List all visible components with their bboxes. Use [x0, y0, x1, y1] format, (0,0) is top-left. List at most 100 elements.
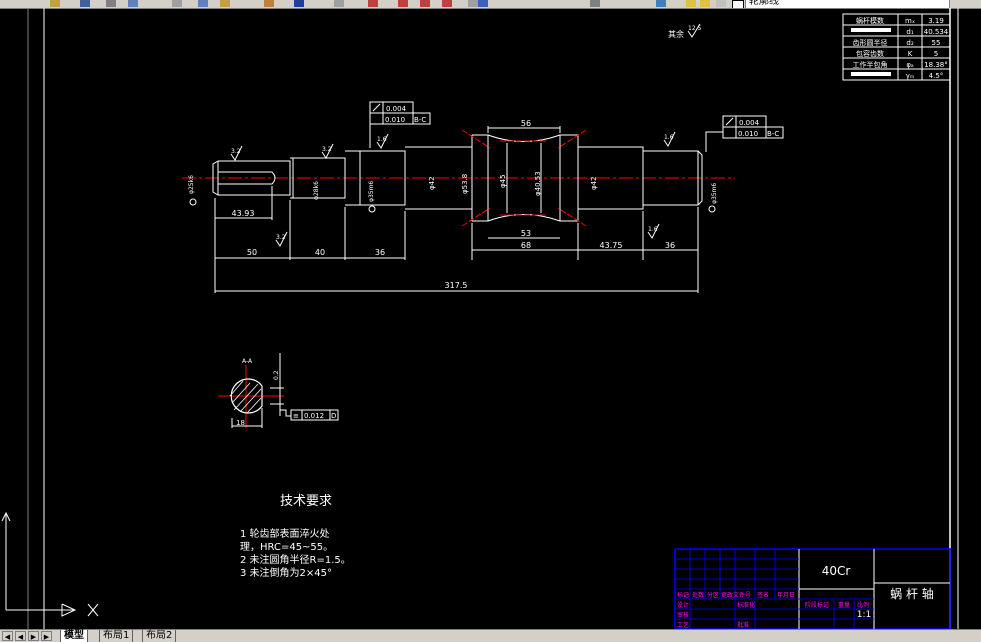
dim-50: 50 [247, 248, 257, 257]
drawing-canvas[interactable]: 蜗杆模数 mₓ 3.19 d₁ 40.534 齿形圆半径 d₂ 55 包容齿数 … [0, 8, 981, 630]
cut-icon[interactable] [172, 0, 182, 7]
tech-line-4: 3 未注倒角为2×45° [240, 566, 332, 579]
dim-56: 56 [521, 119, 531, 128]
param-row-1-symbol: d₁ [906, 28, 913, 36]
section-label: A-A [242, 358, 253, 365]
tech-line-1: 1 轮齿部表面淬火处 [240, 527, 330, 540]
ucs-icon [1, 511, 99, 617]
param-row-1-value: 40.534 [924, 28, 949, 36]
section-symmetry-symbol: ≡ [293, 412, 299, 420]
dim-68: 68 [521, 241, 531, 250]
param-row-3-value: 5 [934, 50, 938, 58]
open-icon[interactable] [50, 0, 60, 7]
tb-label-7: 设计 [677, 601, 689, 609]
zoom-window-icon[interactable] [420, 0, 430, 7]
plot-icon[interactable] [128, 0, 138, 7]
save-icon[interactable] [80, 0, 90, 7]
gdt-right-bottom: 0.010 [738, 130, 758, 138]
section-symmetry-value: 0.012 [304, 412, 324, 420]
title-scale: 1:1 [857, 610, 871, 620]
datum-mark-c [708, 205, 716, 213]
param-row-4-symbol: φₐ [906, 61, 914, 69]
param-row-5-symbol: γₘ [906, 72, 915, 80]
tech-title: 技术要求 [280, 494, 332, 509]
layer-lock-icon[interactable] [716, 0, 726, 7]
prev-tab-button[interactable]: ◀ [15, 631, 26, 641]
roughness-note: 其余 12.5 [668, 23, 702, 39]
tb-label-5: 签名 [757, 591, 769, 599]
datum-mark-left [189, 198, 197, 206]
last-tab-button[interactable]: ▶ [41, 631, 52, 641]
roughness-1: 3.2 [231, 148, 241, 155]
dia-label-1: φ25k6 [188, 175, 195, 194]
dia-label-4: φ42 [428, 176, 436, 190]
tb-label-11: 比例 [857, 601, 869, 609]
section-keyway-dim: 0.2 [273, 370, 280, 380]
tb-label-9: 阶段标记 [805, 601, 829, 609]
tb-label-10: 重量 [838, 601, 850, 609]
dim-317-5: 317.5 [445, 281, 468, 290]
tb-label-3: 分区 [707, 591, 719, 599]
dim-43-93: 43.93 [232, 209, 255, 218]
datum-mark-b [368, 205, 376, 213]
param-row-3-name: 包容齿数 [856, 49, 884, 58]
dia-label-8: φ42 [590, 176, 598, 190]
layout-tab-bar: ◀ ◀ ▶ ▶ 模型 布局1 布局2 [0, 629, 981, 642]
dia-label-2: φ28k6 [313, 181, 320, 200]
param-row-3-symbol: K [908, 50, 913, 58]
undo-icon[interactable] [294, 0, 304, 7]
tb-label-12: 审核 [677, 611, 689, 619]
paste-icon[interactable] [220, 0, 230, 7]
tb-label-14: 批准 [737, 621, 749, 629]
dimension-texts: 43.93 50 40 36 56 53 68 43.75 36 317.5 [232, 119, 676, 290]
layer-manager-icon[interactable] [656, 0, 666, 7]
tb-label-6: 年月日 [777, 591, 795, 599]
properties-icon[interactable] [468, 0, 478, 7]
zoom-icon[interactable] [398, 0, 408, 7]
tab-model[interactable]: 模型 [60, 630, 88, 642]
layer-freeze-icon[interactable] [700, 0, 710, 7]
roughness-4: 1.6 [664, 134, 674, 141]
tb-label-1: 标记 [677, 591, 689, 599]
roughness-note-value: 12.5 [688, 25, 702, 32]
param-row-2-value: 55 [932, 39, 941, 47]
param-row-0-value: 3.19 [928, 17, 944, 25]
tab-layout1[interactable]: 布局1 [99, 630, 134, 642]
redo-icon[interactable] [334, 0, 344, 7]
section-width-dim: 18 [236, 419, 245, 427]
dim-36-right: 36 [665, 241, 675, 250]
dia-label-7: φ40.53 [534, 171, 542, 196]
pan-icon[interactable] [368, 0, 378, 7]
section-view: A-A 0.2 18 ≡ 0.012 D [218, 353, 339, 428]
drawing-frame [27, 8, 959, 629]
params-table: 蜗杆模数 mₓ 3.19 d₁ 40.534 齿形圆半径 d₂ 55 包容齿数 … [842, 13, 951, 81]
calculator-icon[interactable] [590, 0, 600, 7]
roughness-note-label: 其余 [668, 29, 684, 39]
dia-label-6: φ45 [499, 174, 507, 188]
tab-layout2[interactable]: 布局2 [142, 630, 177, 642]
roughness-5: 3.2 [276, 234, 286, 241]
param-row-2-name: 齿形圆半径 [853, 38, 888, 47]
roughness-3: 1.6 [377, 136, 387, 143]
text-style-icon[interactable] [478, 0, 488, 7]
layer-on-icon[interactable] [686, 0, 696, 7]
param-row-5-value: 4.5° [929, 72, 944, 80]
copy-icon[interactable] [198, 0, 208, 7]
print-icon[interactable] [106, 0, 116, 7]
title-part-name: 蜗 杆 轴 [890, 586, 934, 601]
gdt-left-datum: B-C [414, 116, 426, 124]
next-tab-button[interactable]: ▶ [28, 631, 39, 641]
tb-label-2: 处数 [692, 591, 704, 599]
dim-36-left: 36 [375, 248, 385, 257]
param-row-5-bar [851, 72, 891, 76]
match-icon[interactable] [264, 0, 274, 7]
gdt-right-datum: B-C [767, 130, 779, 138]
tb-label-13: 工艺 [677, 621, 689, 629]
gdt-left-bottom: 0.010 [385, 116, 405, 124]
tb-label-4: 更改文件号 [721, 591, 751, 599]
tech-line-3: 2 未注圆角半径R=1.5。 [240, 553, 351, 566]
zoom-previous-icon[interactable] [442, 0, 452, 7]
first-tab-button[interactable]: ◀ [2, 631, 13, 641]
roughness-6: 1.6 [648, 226, 658, 233]
param-row-1-bar [851, 28, 891, 32]
